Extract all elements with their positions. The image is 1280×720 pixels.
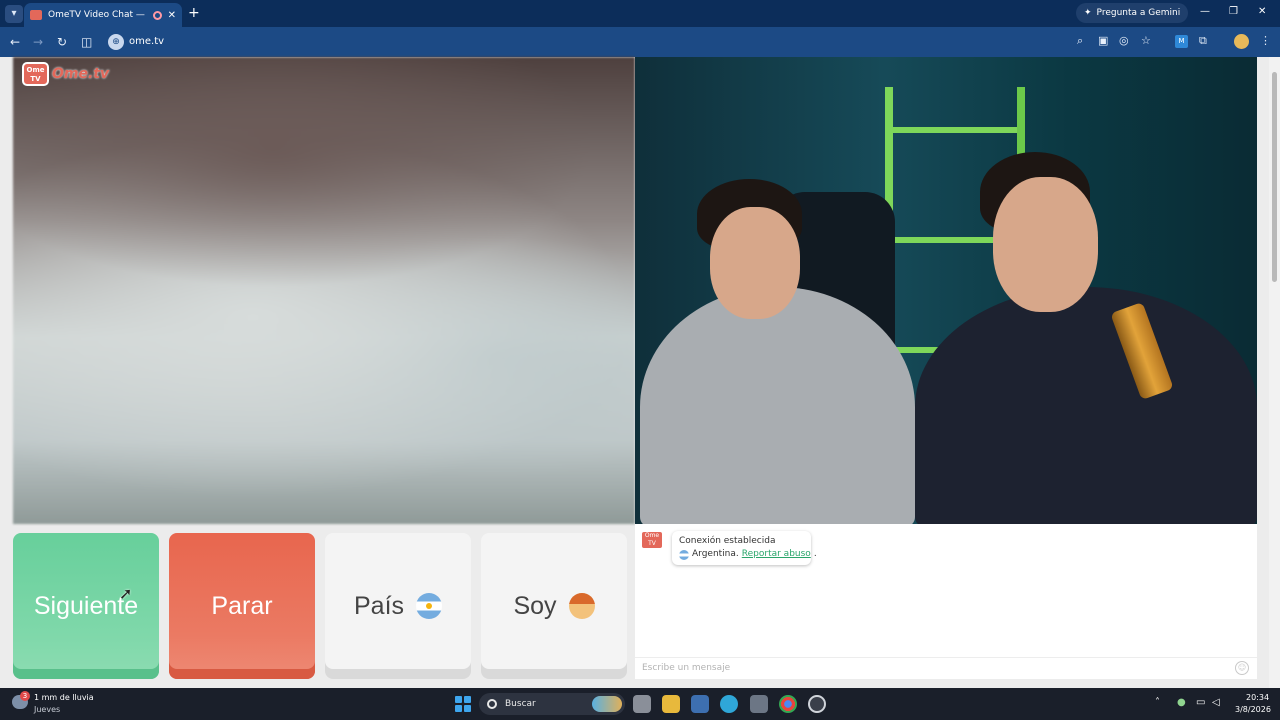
ometv-logo[interactable]: Ome TV Ome.tv	[22, 62, 109, 86]
volume-icon[interactable]: ◁	[1212, 697, 1220, 708]
close-window-button[interactable]: ✕	[1258, 6, 1266, 17]
weather-text[interactable]: 1 mm de lluvia	[34, 693, 94, 702]
weather-day: Jueves	[34, 705, 61, 714]
report-suffix: .	[813, 549, 817, 559]
extension-m-icon[interactable]: M	[1175, 35, 1188, 48]
microphone-icon[interactable]: ●	[1177, 697, 1186, 708]
boy-icon	[568, 593, 595, 619]
chrome-icon[interactable]	[779, 695, 797, 713]
browser-menu-icon[interactable]: ⋮	[1260, 34, 1271, 47]
remote-partner-video	[635, 57, 1257, 524]
forward-arrow-icon[interactable]: →	[33, 34, 43, 50]
taskbar-date[interactable]: 3/8/2026	[1235, 705, 1271, 714]
eye-off-icon[interactable]: ◎	[1119, 34, 1129, 47]
profile-avatar[interactable]	[1234, 34, 1249, 49]
ometv-logo-text: Ome.tv	[52, 66, 110, 82]
page-scrollbar-thumb[interactable]	[1272, 72, 1277, 282]
browser-tab-ometv[interactable]: OmeTV Video Chat — Omegle ✕	[24, 3, 182, 27]
address-bar-url[interactable]: ome.tv	[129, 36, 164, 47]
minimize-button[interactable]: —	[1200, 6, 1210, 17]
local-camera-video	[13, 57, 635, 524]
video-head-left	[710, 207, 800, 319]
tab-search-icon[interactable]: ▾	[5, 4, 23, 23]
app-window-icon[interactable]	[691, 695, 709, 713]
new-tab-button[interactable]: +	[188, 5, 200, 21]
gemini-sparkle-icon: ✦	[1084, 8, 1092, 18]
weather-notification-badge: 3	[20, 691, 30, 701]
chat-ometv-avatar-icon: Ome TV	[641, 531, 663, 549]
video-person-left	[640, 287, 915, 524]
tray-chevron-up-icon[interactable]: ˄	[1155, 697, 1160, 708]
split-view-icon[interactable]: ◫	[81, 34, 92, 50]
stop-button-label: Parar	[211, 591, 273, 620]
back-arrow-icon[interactable]: ←	[10, 34, 20, 50]
connection-message-bubble: Conexión establecida Argentina. Reportar…	[672, 531, 817, 565]
chat-input-placeholder: Escribe un mensaje	[642, 663, 731, 673]
country-button-label: País	[353, 591, 405, 620]
taskbar-time[interactable]: 20:34	[1246, 693, 1269, 702]
video-person-right	[915, 287, 1257, 524]
mouse-cursor-icon: ➚	[119, 584, 133, 603]
ask-gemini-button[interactable]: ✦ Pregunta a Gemini	[1076, 3, 1189, 23]
tab-close-button[interactable]: ✕	[168, 10, 176, 21]
site-info-icon[interactable]: ⊕	[108, 34, 124, 50]
browser-toolbar	[0, 27, 1280, 57]
zoom-icon[interactable]: ⌕	[1077, 34, 1083, 48]
screen: ▾ OmeTV Video Chat — Omegle ✕ + ✦ Pregun…	[0, 0, 1280, 720]
emoji-smile-icon[interactable]: ☺	[1235, 661, 1249, 675]
microsoft-store-icon[interactable]	[750, 695, 768, 713]
cast-icon[interactable]: ▣	[1098, 34, 1108, 47]
windows-start-icon[interactable]	[455, 696, 471, 712]
ometv-logo-badge: Ome TV	[22, 62, 49, 86]
maximize-button[interactable]: ❐	[1229, 6, 1238, 17]
edge-browser-icon[interactable]	[720, 695, 738, 713]
connection-country-line: Argentina. Reportar abuso.	[679, 548, 817, 561]
file-explorer-icon[interactable]	[662, 695, 680, 713]
extensions-puzzle-icon[interactable]: ⧉	[1199, 34, 1207, 48]
partner-country-text: Argentina.	[692, 549, 739, 559]
stop-button[interactable]: Parar	[169, 533, 315, 679]
bookmark-star-icon[interactable]: ☆	[1141, 34, 1151, 47]
ometv-favicon-icon	[30, 10, 42, 20]
connection-status-text: Conexión establecida	[679, 536, 776, 546]
network-icon[interactable]: ▭	[1196, 697, 1205, 708]
app-notification-icon[interactable]	[808, 695, 826, 713]
search-icon	[487, 699, 497, 709]
tab-title: OmeTV Video Chat — Omegle	[48, 10, 147, 20]
country-filter-button[interactable]: País	[325, 533, 471, 679]
gender-select-button[interactable]: Soy	[481, 533, 627, 679]
ask-gemini-label: Pregunta a Gemini	[1096, 8, 1181, 18]
search-highlight-icon	[592, 696, 622, 712]
next-button[interactable]: Siguiente	[13, 533, 159, 679]
video-shelf-bar	[893, 127, 1017, 133]
reload-icon[interactable]: ↻	[57, 34, 67, 50]
taskbar-search-box[interactable]: Buscar	[479, 693, 625, 715]
gender-button-label: Soy	[513, 591, 557, 620]
taskbar-search-label: Buscar	[505, 699, 536, 709]
task-view-icon[interactable]	[633, 695, 651, 713]
video-head-right	[993, 177, 1098, 312]
report-abuse-link[interactable]: Reportar abuso	[742, 548, 811, 561]
argentina-mini-flag-icon	[679, 549, 689, 560]
recording-indicator-icon	[152, 10, 162, 20]
argentina-flag-icon	[416, 593, 443, 619]
